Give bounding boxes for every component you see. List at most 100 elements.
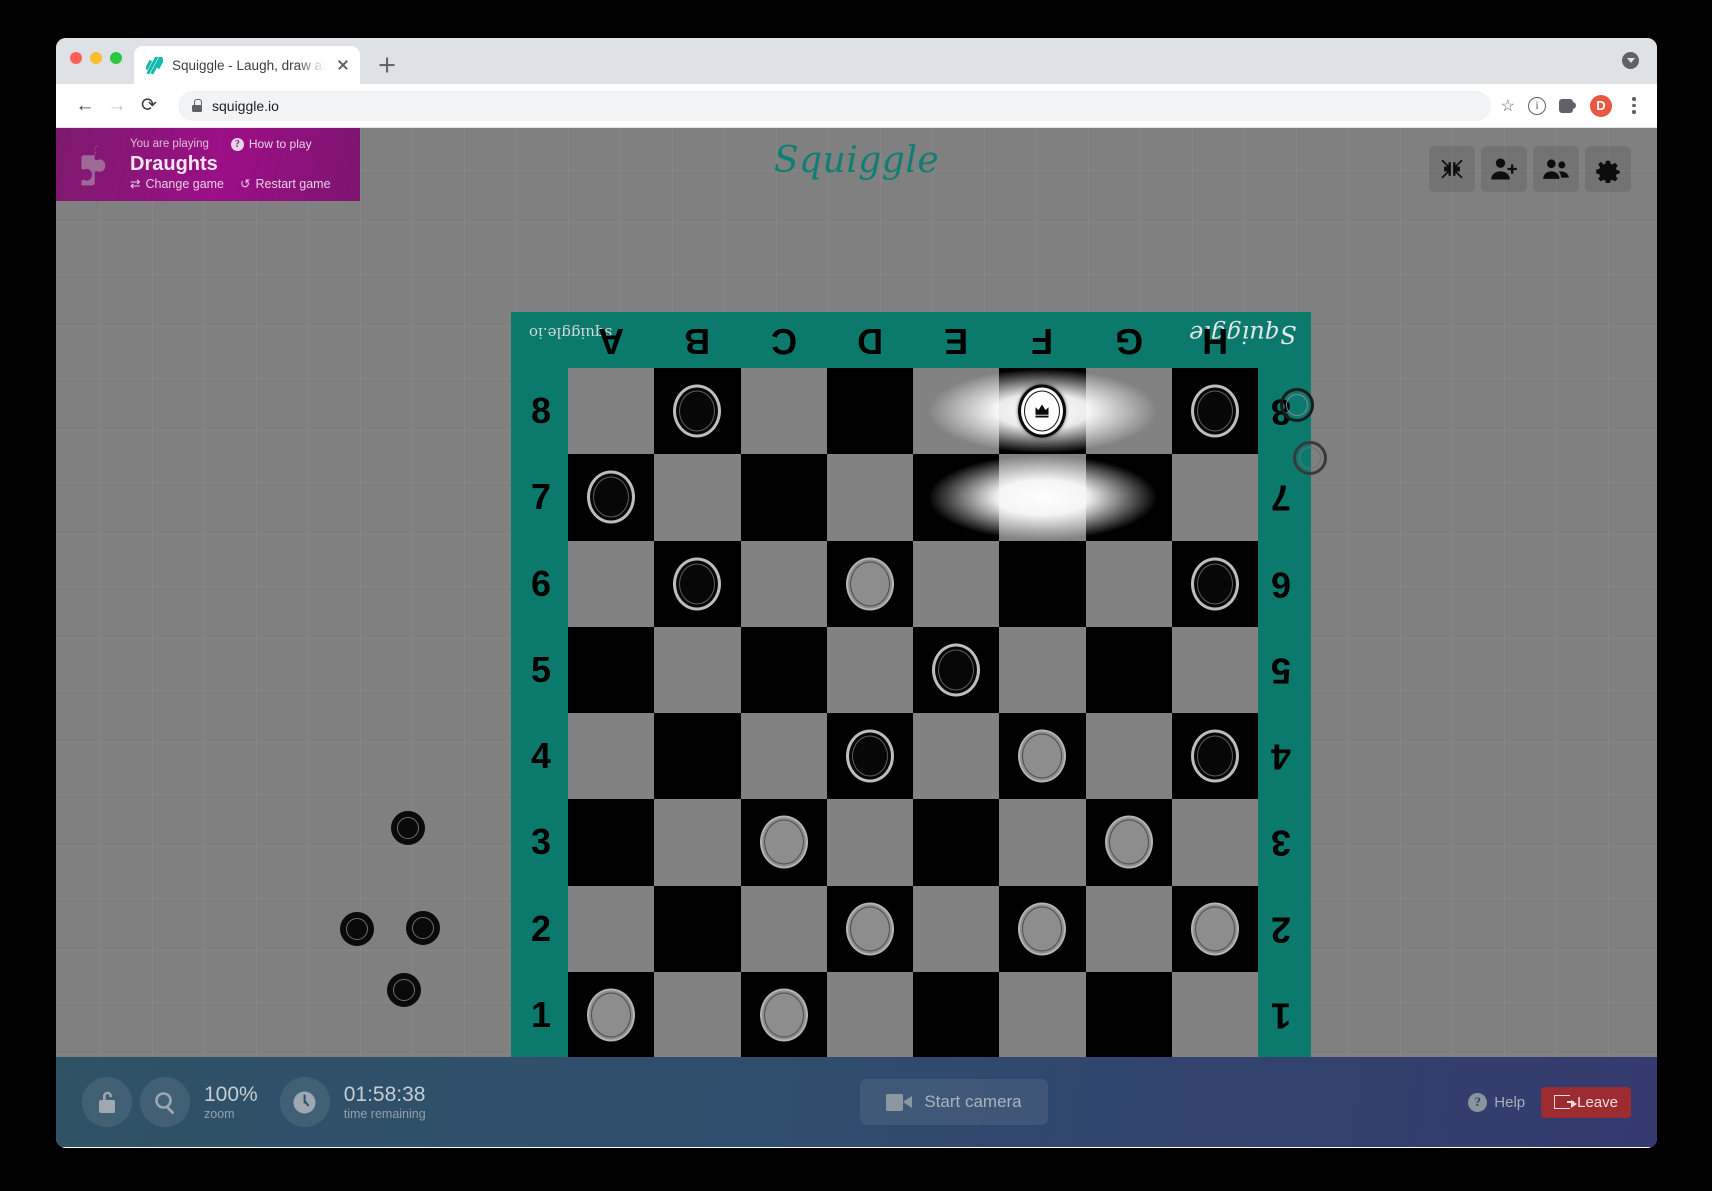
- board-square-C6[interactable]: [740, 540, 827, 627]
- board-square-E6[interactable]: [913, 540, 1000, 627]
- draught-piece-black-A7[interactable]: [587, 470, 636, 524]
- piece-F2[interactable]: [999, 886, 1085, 972]
- window-controls[interactable]: [70, 52, 122, 64]
- draught-piece-black-D4[interactable]: [845, 729, 894, 783]
- piece-H6[interactable]: [1172, 541, 1258, 627]
- draughts-board[interactable]: squiggle.io Squiggle Squiggle squiggle.i…: [511, 312, 1311, 1117]
- board-square-F6[interactable]: [999, 540, 1086, 627]
- board-square-F3[interactable]: [999, 799, 1086, 886]
- board-square-G4[interactable]: [1085, 713, 1172, 800]
- piece-H4[interactable]: [1172, 713, 1258, 799]
- board-square-A2[interactable]: [568, 885, 655, 972]
- change-game-button[interactable]: ⇄ Change game: [130, 177, 224, 191]
- piece-D6[interactable]: [827, 541, 913, 627]
- board-square-A3[interactable]: [568, 799, 655, 886]
- unlock-icon[interactable]: [82, 1077, 132, 1127]
- extensions-puzzle-icon[interactable]: [1559, 97, 1577, 115]
- draught-piece-grey-H2[interactable]: [1190, 902, 1239, 956]
- piece-H8[interactable]: [1172, 368, 1258, 454]
- piece-D2[interactable]: [827, 886, 913, 972]
- help-button[interactable]: ? Help: [1468, 1092, 1525, 1112]
- loose-left-3[interactable]: [340, 912, 374, 946]
- draught-piece-grey-A1[interactable]: [587, 988, 636, 1042]
- board-square-B3[interactable]: [654, 799, 741, 886]
- browser-menu-icon[interactable]: [1625, 97, 1643, 114]
- board-square-G8[interactable]: [1085, 368, 1172, 455]
- board-square-G2[interactable]: [1085, 885, 1172, 972]
- board-square-E1[interactable]: [913, 971, 1000, 1058]
- piece-G3[interactable]: [1086, 799, 1172, 885]
- board-square-A5[interactable]: [568, 626, 655, 713]
- loose-right-2[interactable]: [1293, 441, 1327, 475]
- forward-arrow-icon[interactable]: →: [102, 91, 132, 121]
- draught-piece-grey-D2[interactable]: [845, 902, 894, 956]
- piece-F4[interactable]: [999, 713, 1085, 799]
- piece-C3[interactable]: [741, 799, 827, 885]
- board-square-C2[interactable]: [740, 885, 827, 972]
- draught-piece-black-B8[interactable]: [673, 384, 722, 438]
- board-square-C4[interactable]: [740, 713, 827, 800]
- bookmark-star-icon[interactable]: ☆: [1501, 96, 1515, 116]
- how-to-play-link[interactable]: ? How to play: [230, 137, 312, 152]
- back-arrow-icon[interactable]: ←: [70, 91, 100, 121]
- piece-A7[interactable]: [568, 454, 654, 540]
- board-square-C5[interactable]: [740, 626, 827, 713]
- board-square-D8[interactable]: [826, 368, 913, 455]
- board-square-D1[interactable]: [826, 971, 913, 1058]
- draught-piece-grey-F4[interactable]: [1018, 729, 1067, 783]
- magnifier-icon[interactable]: [140, 1077, 190, 1127]
- board-square-B4[interactable]: [654, 713, 741, 800]
- board-square-B1[interactable]: [654, 971, 741, 1058]
- piece-D4[interactable]: [827, 713, 913, 799]
- add-person-icon[interactable]: [1481, 146, 1527, 192]
- loose-right-1[interactable]: [1280, 388, 1314, 422]
- draught-piece-black-E5[interactable]: [932, 643, 981, 697]
- board-square-C7[interactable]: [740, 454, 827, 541]
- board-square-A8[interactable]: [568, 368, 655, 455]
- board-square-F7[interactable]: [999, 454, 1086, 541]
- new-tab-button[interactable]: [372, 50, 402, 80]
- minimize-window-button[interactable]: [90, 52, 102, 64]
- board-square-D7[interactable]: [826, 454, 913, 541]
- restart-game-button[interactable]: ↺ Restart game: [240, 177, 331, 191]
- loose-left-2[interactable]: [406, 911, 440, 945]
- board-square-H1[interactable]: [1171, 971, 1258, 1058]
- piece-A1[interactable]: [568, 972, 654, 1058]
- people-icon[interactable]: [1533, 146, 1579, 192]
- address-bar[interactable]: squiggle.io: [178, 90, 1491, 121]
- piece-B8[interactable]: [654, 368, 740, 454]
- board-square-F5[interactable]: [999, 626, 1086, 713]
- draught-piece-grey-C1[interactable]: [759, 988, 808, 1042]
- board-square-E3[interactable]: [913, 799, 1000, 886]
- board-square-G6[interactable]: [1085, 540, 1172, 627]
- draught-piece-grey-C3[interactable]: [759, 815, 808, 869]
- board-square-E7[interactable]: [913, 454, 1000, 541]
- draught-piece-grey-G3[interactable]: [1104, 815, 1153, 869]
- collapse-icon[interactable]: [1429, 146, 1475, 192]
- start-camera-button[interactable]: Start camera: [860, 1079, 1048, 1125]
- board-square-A6[interactable]: [568, 540, 655, 627]
- reload-icon[interactable]: ⟳: [134, 91, 164, 121]
- draught-piece-black-H6[interactable]: [1190, 557, 1239, 611]
- board-square-B7[interactable]: [654, 454, 741, 541]
- board-square-C8[interactable]: [740, 368, 827, 455]
- draught-piece-black-H4[interactable]: [1190, 729, 1239, 783]
- board-square-D3[interactable]: [826, 799, 913, 886]
- draught-piece-grey-F2[interactable]: [1018, 902, 1067, 956]
- close-tab-icon[interactable]: [334, 56, 352, 74]
- avatar[interactable]: D: [1590, 94, 1612, 117]
- loose-left-4[interactable]: [387, 973, 421, 1007]
- board-square-E8[interactable]: [913, 368, 1000, 455]
- piece-H2[interactable]: [1172, 886, 1258, 972]
- board-square-H7[interactable]: [1171, 454, 1258, 541]
- board-square-E4[interactable]: [913, 713, 1000, 800]
- board-square-E2[interactable]: [913, 885, 1000, 972]
- draught-piece-grey-D6[interactable]: [845, 557, 894, 611]
- draught-piece-black-H8[interactable]: [1190, 384, 1239, 438]
- loose-left-1[interactable]: [391, 811, 425, 845]
- leave-button[interactable]: Leave: [1541, 1086, 1631, 1118]
- board-squares[interactable]: [568, 362, 1258, 1058]
- piece-B6[interactable]: [654, 541, 740, 627]
- board-square-G7[interactable]: [1085, 454, 1172, 541]
- gear-icon[interactable]: [1585, 146, 1631, 192]
